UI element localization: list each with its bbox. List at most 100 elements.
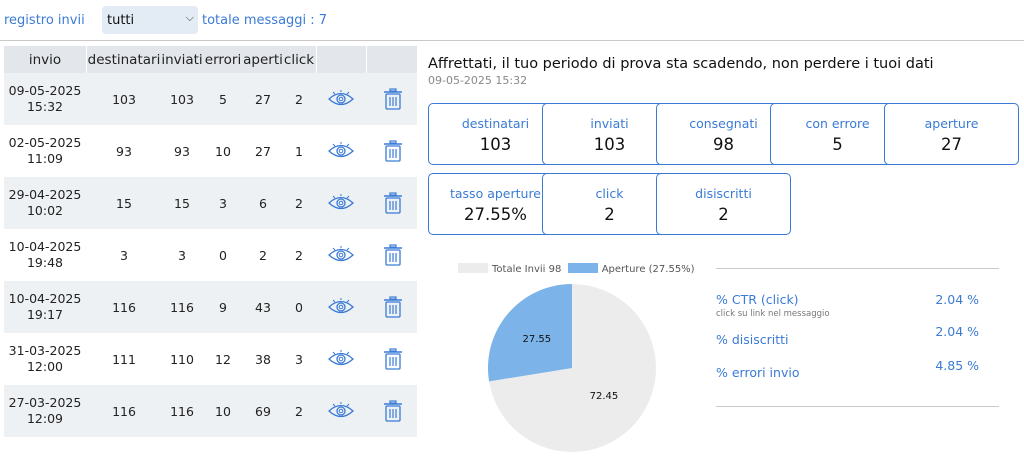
header-inviati: inviati xyxy=(161,51,203,68)
pie-slice-aperture xyxy=(488,284,572,382)
cell-invio: 10-04-2025 19:17 xyxy=(4,281,86,333)
chart-legend: Totale Invii 98 Aperture (27.55%) xyxy=(458,263,695,275)
cell-invio: 09-05-2025 15:32 xyxy=(4,73,86,125)
cell-destinatari: 3 xyxy=(120,247,128,263)
stat-errori-label: % errori invio xyxy=(716,365,800,380)
header-divider xyxy=(366,46,367,73)
cell-click: 3 xyxy=(295,351,303,367)
cell-click: 2 xyxy=(295,403,303,419)
stat-card-label: disiscritti xyxy=(695,186,752,201)
cell-destinatari: 93 xyxy=(116,143,132,159)
cell-aperti: 2 xyxy=(259,247,267,263)
cell-destinatari: 116 xyxy=(112,299,136,315)
cell-date: 27-03-2025 xyxy=(8,395,82,410)
cell-date: 10-04-2025 xyxy=(8,291,82,306)
table-row[interactable]: 02-05-2025 11:09 93 93 10 27 1 xyxy=(4,125,417,177)
header-click: click xyxy=(283,51,315,68)
cell-inviati: 103 xyxy=(170,91,194,107)
cell-time: 10:02 xyxy=(26,203,64,218)
messages-table: invio destinatari inviati errori aperti … xyxy=(4,46,417,437)
trash-icon[interactable] xyxy=(376,73,410,125)
cell-date: 09-05-2025 xyxy=(8,83,82,98)
cell-click: 1 xyxy=(295,143,303,159)
cell-time: 19:48 xyxy=(26,255,64,270)
trash-icon[interactable] xyxy=(376,281,410,333)
legend-label-totale: Totale Invii 98 xyxy=(492,264,562,275)
chevron-down-icon: ⌵ xyxy=(185,11,194,24)
cell-time: 12:00 xyxy=(26,359,64,374)
cell-destinatari: 111 xyxy=(112,351,136,367)
cell-aperti: 38 xyxy=(255,351,271,367)
cell-errori: 10 xyxy=(215,143,231,159)
pie-label-aperture: 27.55 xyxy=(523,334,552,345)
cell-inviati: 116 xyxy=(170,403,194,419)
stat-card-value: 2 xyxy=(718,205,729,224)
registro-invii-link[interactable]: registro invii xyxy=(4,13,85,28)
trial-warning: Affrettati, il tuo periodo di prova sta … xyxy=(428,56,934,72)
eye-icon[interactable] xyxy=(324,177,358,229)
cell-destinatari: 15 xyxy=(116,195,132,211)
header-invio: invio xyxy=(28,51,62,68)
eye-icon[interactable] xyxy=(324,281,358,333)
cell-date: 10-04-2025 xyxy=(8,239,82,254)
cell-date: 31-03-2025 xyxy=(8,343,82,358)
stat-card-aperture: aperture 27 xyxy=(884,103,1019,165)
cell-click: 2 xyxy=(295,91,303,107)
cell-inviati: 3 xyxy=(178,247,186,263)
trash-icon[interactable] xyxy=(376,385,410,437)
cell-inviati: 110 xyxy=(170,351,194,367)
legend-swatch-totale xyxy=(458,263,488,273)
toolbar: registro invii tutti ⌵ totale messaggi :… xyxy=(0,0,1024,41)
table-row[interactable]: 10-04-2025 19:48 3 3 0 2 2 xyxy=(4,229,417,281)
trash-icon[interactable] xyxy=(376,125,410,177)
cell-errori: 10 xyxy=(215,403,231,419)
cell-click: 2 xyxy=(295,195,303,211)
trash-icon[interactable] xyxy=(376,333,410,385)
cell-invio: 02-05-2025 11:09 xyxy=(4,125,86,177)
cell-time: 15:32 xyxy=(26,99,64,114)
cell-time: 11:09 xyxy=(26,151,64,166)
stat-errori-value: 4.85 % xyxy=(935,358,979,373)
stat-card-disiscritti: disiscritti 2 xyxy=(656,173,791,235)
header-divider xyxy=(86,46,87,73)
table-body: 09-05-2025 15:32 103 103 5 27 2 02-05-2025 11:09… xyxy=(4,73,417,437)
filter-select[interactable]: tutti ⌵ xyxy=(102,6,198,34)
table-row[interactable]: 27-03-2025 12:09 116 116 10 69 2 xyxy=(4,385,417,437)
stat-ctr-note: click su link nel messaggio xyxy=(716,309,830,319)
stat-disiscritti-label: % disiscritti xyxy=(716,332,789,347)
stat-ctr-value: 2.04 % xyxy=(935,292,979,307)
stats-panel: % CTR (click) 2.04 % click su link nel m… xyxy=(716,268,999,407)
cell-time: 12:09 xyxy=(26,411,64,426)
table-row[interactable]: 29-04-2025 10:02 15 15 3 6 2 xyxy=(4,177,417,229)
header-destinatari: destinatari xyxy=(87,51,161,68)
legend-swatch-aperture xyxy=(567,263,598,273)
stat-ctr-label: % CTR (click) xyxy=(716,292,799,307)
table-header: invio destinatari inviati errori aperti … xyxy=(4,46,417,73)
cell-inviati: 93 xyxy=(174,143,190,159)
eye-icon[interactable] xyxy=(324,229,358,281)
eye-icon[interactable] xyxy=(324,125,358,177)
filter-select-value: tutti xyxy=(107,13,135,28)
table-row[interactable]: 10-04-2025 19:17 116 116 9 43 0 xyxy=(4,281,417,333)
eye-icon[interactable] xyxy=(324,385,358,437)
cell-aperti: 27 xyxy=(255,91,271,107)
cell-inviati: 15 xyxy=(174,195,190,211)
header-aperti: aperti xyxy=(243,51,283,68)
detail-date: 09-05-2025 15:32 xyxy=(428,74,528,87)
eye-icon[interactable] xyxy=(324,73,358,125)
eye-icon[interactable] xyxy=(324,333,358,385)
cell-destinatari: 116 xyxy=(112,403,136,419)
cell-date: 29-04-2025 xyxy=(8,187,82,202)
cell-errori: 3 xyxy=(219,195,227,211)
table-row[interactable]: 31-03-2025 12:00 111 110 12 38 3 xyxy=(4,333,417,385)
cell-aperti: 43 xyxy=(255,299,271,315)
table-row[interactable]: 09-05-2025 15:32 103 103 5 27 2 xyxy=(4,73,417,125)
trash-icon[interactable] xyxy=(376,177,410,229)
cell-errori: 12 xyxy=(215,351,231,367)
total-messages-label: totale messaggi : 7 xyxy=(202,13,328,28)
cell-invio: 27-03-2025 12:09 xyxy=(4,385,86,437)
aperture-pie-chart: 27.55 72.45 xyxy=(488,284,656,452)
stat-card-label: aperture xyxy=(924,116,979,131)
trash-icon[interactable] xyxy=(376,229,410,281)
cell-aperti: 27 xyxy=(255,143,271,159)
